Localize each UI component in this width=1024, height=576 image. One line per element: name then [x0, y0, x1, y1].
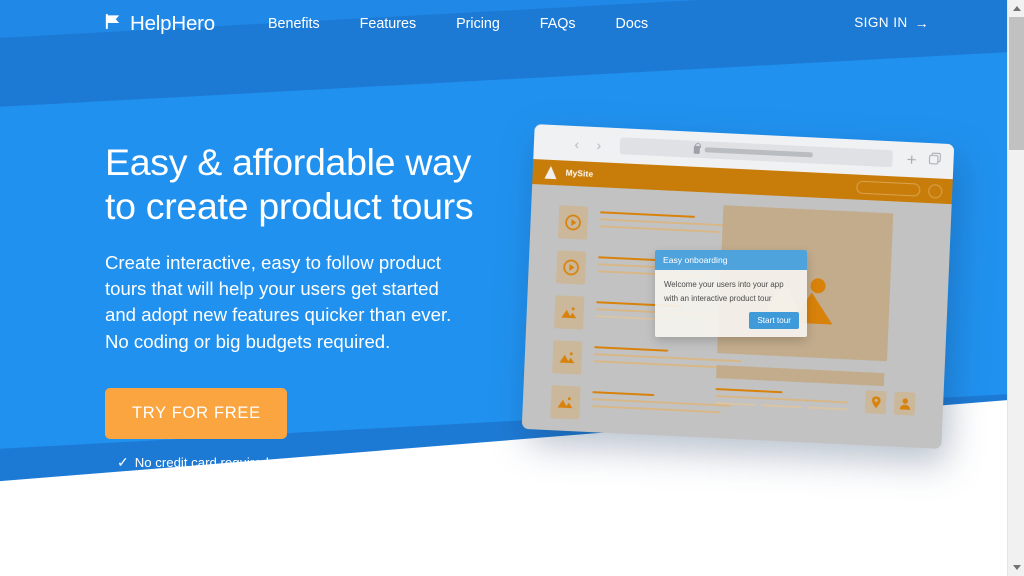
person-icon[interactable] — [893, 391, 916, 416]
subcopy-line-1: Create interactive, easy to follow produ… — [105, 252, 441, 273]
url-text-placeholder — [704, 147, 813, 158]
tooltip-footer: Start tour — [655, 312, 807, 337]
no-credit-card-label: No credit card required — [134, 454, 269, 470]
flag-icon — [104, 12, 123, 36]
headline-line-2: to create product tours — [105, 185, 474, 227]
triangle-down-icon — [1012, 565, 1021, 570]
site-avatar[interactable] — [927, 183, 943, 199]
image-icon — [554, 295, 585, 330]
triangle-up-icon — [1012, 6, 1021, 11]
subcopy-line-3: and adopt new features quicker than ever… — [105, 304, 452, 326]
location-pin-icon[interactable] — [864, 390, 887, 415]
site-corner-icons — [864, 390, 916, 416]
nav-link-features[interactable]: Features — [340, 10, 436, 38]
vertical-scrollbar[interactable] — [1007, 0, 1024, 576]
start-tour-button[interactable]: Start tour — [749, 312, 799, 329]
brand-logo-text: HelpHero — [130, 11, 215, 35]
headline-line-1: Easy & affordable way — [105, 141, 472, 183]
brand-logo[interactable]: HelpHero — [104, 12, 215, 36]
new-tab-icon[interactable]: + — [906, 149, 917, 169]
browser-url-bar[interactable] — [619, 137, 894, 168]
lock-icon — [693, 145, 700, 154]
scroll-up-arrow-icon[interactable] — [1008, 0, 1024, 17]
site-search-pill[interactable] — [856, 180, 921, 197]
sign-in-label: SIGN IN — [854, 15, 908, 30]
site-name-label: MySite — [565, 168, 594, 179]
image-icon — [552, 340, 583, 375]
no-credit-card-note: ✓ No credit card required — [117, 454, 525, 471]
tooltip-body-line-2: with an interactive product tour — [664, 293, 772, 303]
tooltip-body-line-1: Welcome your users into your app — [664, 280, 784, 289]
nav-link-faqs[interactable]: FAQs — [520, 10, 596, 38]
top-navigation-bar: HelpHero Benefits Features Pricing FAQs … — [0, 0, 1007, 47]
arrow-right-icon: → — [914, 14, 929, 31]
hero-content: Easy & affordable way to create product … — [105, 140, 525, 471]
image-icon — [550, 385, 581, 420]
hero-subcopy: Create interactive, easy to follow produ… — [105, 250, 525, 355]
tooltip-title: Easy onboarding — [655, 250, 807, 270]
nav-link-benefits[interactable]: Benefits — [248, 10, 340, 38]
scrollbar-thumb[interactable] — [1009, 17, 1024, 150]
nav-link-pricing[interactable]: Pricing — [436, 10, 520, 38]
check-icon: ✓ — [117, 453, 129, 470]
play-icon — [557, 205, 589, 240]
subcopy-line-4: No coding or big budgets required. — [105, 330, 391, 352]
forward-icon[interactable]: › — [590, 136, 609, 153]
scroll-down-arrow-icon[interactable] — [1008, 559, 1024, 576]
browser-nav-buttons: ‹ › — [568, 135, 609, 153]
try-for-free-button[interactable]: TRY FOR FREE — [105, 387, 287, 439]
nav-links: Benefits Features Pricing FAQs Docs — [248, 10, 668, 38]
tooltip-body: Welcome your users into your app with an… — [655, 270, 807, 312]
play-icon — [555, 250, 587, 285]
back-icon[interactable]: ‹ — [568, 135, 587, 152]
product-tour-tooltip: Easy onboarding Welcome your users into … — [655, 250, 807, 337]
background-band-white-secondary — [330, 455, 1007, 576]
page-title: Easy & affordable way to create product … — [105, 140, 525, 228]
triangle-logo-icon — [544, 165, 557, 180]
subcopy-line-2: tours that will help your users get star… — [105, 278, 439, 300]
copy-tabs-icon[interactable] — [928, 152, 942, 171]
page-root: HelpHero Benefits Features Pricing FAQs … — [0, 0, 1024, 576]
site-header-spacer — [593, 174, 856, 187]
sign-in-link[interactable]: SIGN IN → — [854, 15, 929, 30]
nav-link-docs[interactable]: Docs — [596, 10, 669, 38]
